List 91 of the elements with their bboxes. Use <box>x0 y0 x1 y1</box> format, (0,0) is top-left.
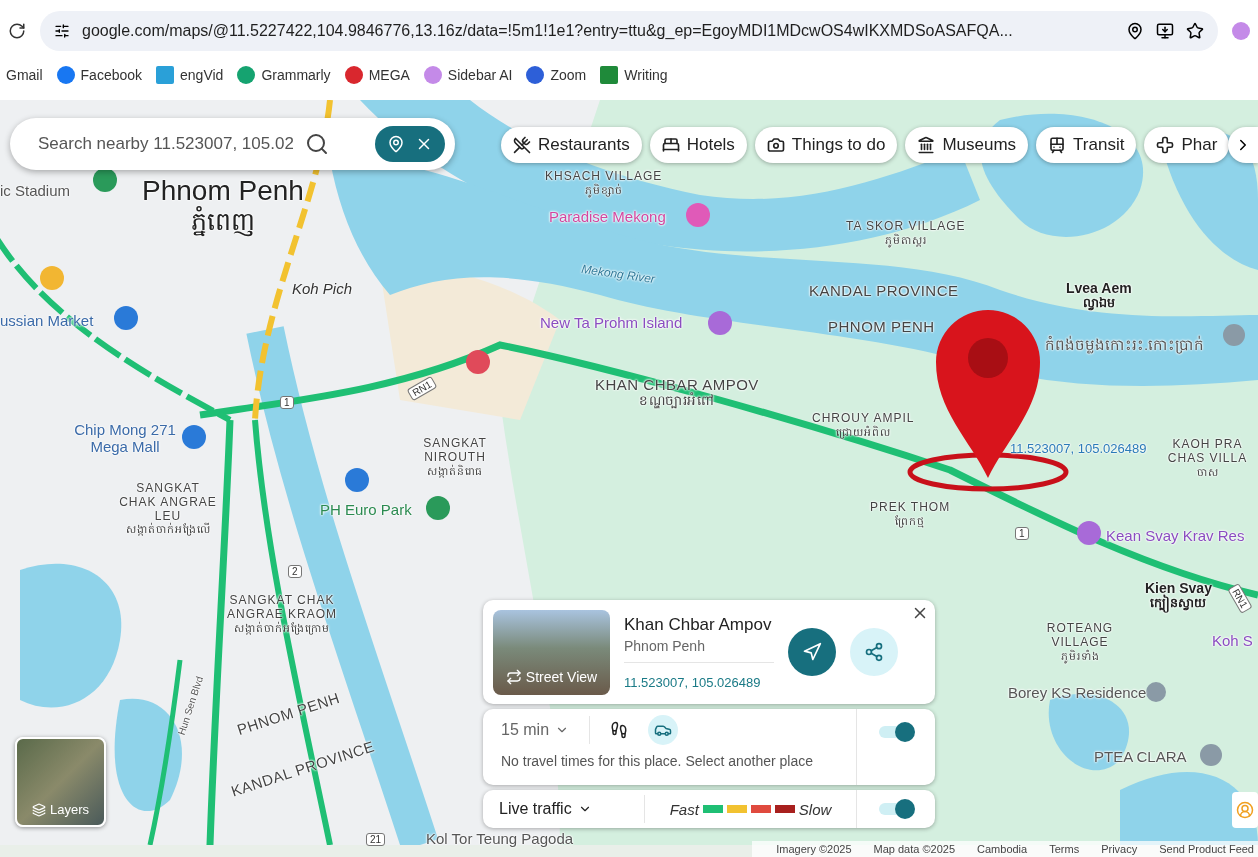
bed-icon <box>661 136 680 154</box>
place-marker-icon <box>1223 324 1245 346</box>
map-label: Lvea Aem ល្វាឯម <box>1066 280 1132 311</box>
road-shield: 1 <box>280 396 294 409</box>
footer-link[interactable]: Cambodia <box>977 843 1028 855</box>
bookmark-link[interactable]: engVid <box>156 66 224 84</box>
place-title: Khan Chbar Ampov <box>624 614 773 635</box>
map-label: កំពង់ចម្លងកោះរះ.កោះប្រាក់ <box>1045 336 1205 354</box>
map-label: New Ta Prohm Island <box>540 314 683 332</box>
rotate-icon <box>505 668 522 685</box>
map-label: ROTEANG VILLAGE ភូមិរទាំង <box>1045 622 1115 662</box>
traffic-toggle[interactable] <box>877 798 915 820</box>
road-shield: 2 <box>288 565 302 578</box>
install-icon[interactable] <box>1156 22 1174 40</box>
footer-link[interactable]: Send Product Feed <box>1159 843 1254 855</box>
fast-label: Fast <box>669 800 699 818</box>
map-label: 11.523007, 105.026489 <box>1010 442 1147 457</box>
live-traffic-dropdown[interactable]: Live traffic <box>483 795 645 823</box>
footer-link[interactable]: Privacy <box>1101 843 1138 855</box>
map-label: Koh S <box>1212 632 1253 650</box>
search-icon[interactable] <box>305 132 329 156</box>
road-shield: 1 <box>1015 527 1029 540</box>
map-label: Kien Svay ក្បៀនស្វាយ <box>1145 580 1212 611</box>
layers-icon <box>32 803 46 817</box>
category-chip[interactable]: Transit <box>1036 127 1137 163</box>
site-settings-icon[interactable] <box>54 23 70 39</box>
place-marker-icon <box>1200 744 1222 766</box>
map-label: ic Stadium <box>0 182 71 200</box>
museum-icon <box>917 136 936 154</box>
slow-label: Slow <box>798 800 832 818</box>
map-label: KHAN CHBAR AMPOV ខណ្ឌច្បារអំពៅ <box>595 376 759 409</box>
map-label: KHSACH VILLAGE ភូមិខ្សាច់ <box>545 170 663 197</box>
street-view-label: Street View <box>525 668 598 685</box>
map-label: SANGKAT NIROUTH សង្កាត់និរោធ <box>422 437 488 477</box>
cutlery-icon <box>513 136 531 154</box>
address-bar[interactable]: google.com/maps/@11.5227422,104.9846776,13.16z/data=!5m1!1e1?entry=ttu&g_ep=EgoyMDI1MDcwOS4wIKXMDSoASAFQA... <box>40 11 1218 51</box>
directions-icon <box>802 642 822 662</box>
map-label: CHROUY AMPIL ជ្រោយអំពិល <box>812 412 915 439</box>
road-shield: 21 <box>366 833 386 846</box>
reload-icon[interactable] <box>8 22 26 40</box>
bookmark-link[interactable]: Facebook <box>56 66 143 84</box>
map-label: Mekong River <box>580 262 656 287</box>
directions-button[interactable] <box>788 628 836 676</box>
bookmark-star-icon[interactable] <box>1186 22 1204 40</box>
search-actions-pill[interactable] <box>375 126 445 162</box>
map-label: KANDAL PROVINCE <box>809 282 959 300</box>
category-chip[interactable]: Restaurants <box>501 127 642 163</box>
layers-button[interactable]: Layers <box>15 737 106 827</box>
bookmark-link[interactable]: Zoom <box>526 66 587 84</box>
map-label: TA SKOR VILLAGE ភូមិតាស្គរ <box>846 220 966 247</box>
bookmark-link[interactable]: Grammarly <box>237 66 331 84</box>
category-chip[interactable]: Things to do <box>754 127 898 163</box>
map-label: Phnom Penh ភ្នំពេញ <box>142 175 304 237</box>
map-label: Kol Tor Teung Pagoda <box>426 830 574 848</box>
walking-icon <box>610 721 629 739</box>
place-coordinates[interactable]: 11.523007, 105.026489 <box>624 674 774 690</box>
street-view-photo[interactable]: Street View <box>493 609 610 695</box>
footer-link[interactable]: Terms <box>1049 843 1080 855</box>
travel-toggle[interactable] <box>877 721 915 743</box>
map-label: PH Euro Park <box>320 501 412 519</box>
location-icon[interactable] <box>1126 22 1144 40</box>
map-label: Kean Svay Krav Res <box>1106 527 1245 545</box>
person-icon <box>1236 801 1254 819</box>
bookmark-link[interactable]: MEGA <box>344 66 410 84</box>
share-button[interactable] <box>850 628 898 676</box>
place-marker-icon <box>1146 682 1166 702</box>
map-label: Koh Pich <box>292 280 353 298</box>
category-chip[interactable]: Phar <box>1144 127 1230 163</box>
map-label: PTEA CLARA <box>1094 748 1187 766</box>
location-icon <box>387 135 405 153</box>
cross-icon <box>1156 136 1175 154</box>
map-label: Paradise Mekong <box>549 208 666 226</box>
map-label: KAOH PRA CHAS VILLA ចាស <box>1166 438 1249 478</box>
bookmark-link[interactable]: Gmail <box>6 67 43 83</box>
map-label: Hun Sen Blvd <box>175 674 206 737</box>
bookmark-link[interactable]: Writing <box>600 66 668 84</box>
time-dropdown[interactable]: 15 min <box>501 716 591 744</box>
map-label: SANGKAT CHAK ANGRAE LEU សង្កាត់ចាក់អង្រែលើ <box>118 482 218 536</box>
category-chip[interactable]: Hotels <box>649 127 747 163</box>
map-label: PHNOM PENH <box>828 318 935 336</box>
travel-message: No travel times for this place. Select another place <box>501 753 815 769</box>
camera-icon <box>766 136 785 154</box>
map-label: Borey KS Residence <box>1008 684 1147 702</box>
driving-mode-button[interactable] <box>648 715 679 745</box>
share-icon <box>864 642 884 662</box>
map-label: PREK THOM ព្រែកថ្ម <box>870 501 951 528</box>
place-subtitle: Phnom Penh <box>624 637 774 663</box>
bookmark-link[interactable]: Sidebar AI <box>423 66 513 84</box>
train-icon <box>1048 136 1067 154</box>
map-label: Chip Mong 271 Mega Mall <box>73 421 177 456</box>
category-chip[interactable]: Museums <box>905 127 1029 163</box>
